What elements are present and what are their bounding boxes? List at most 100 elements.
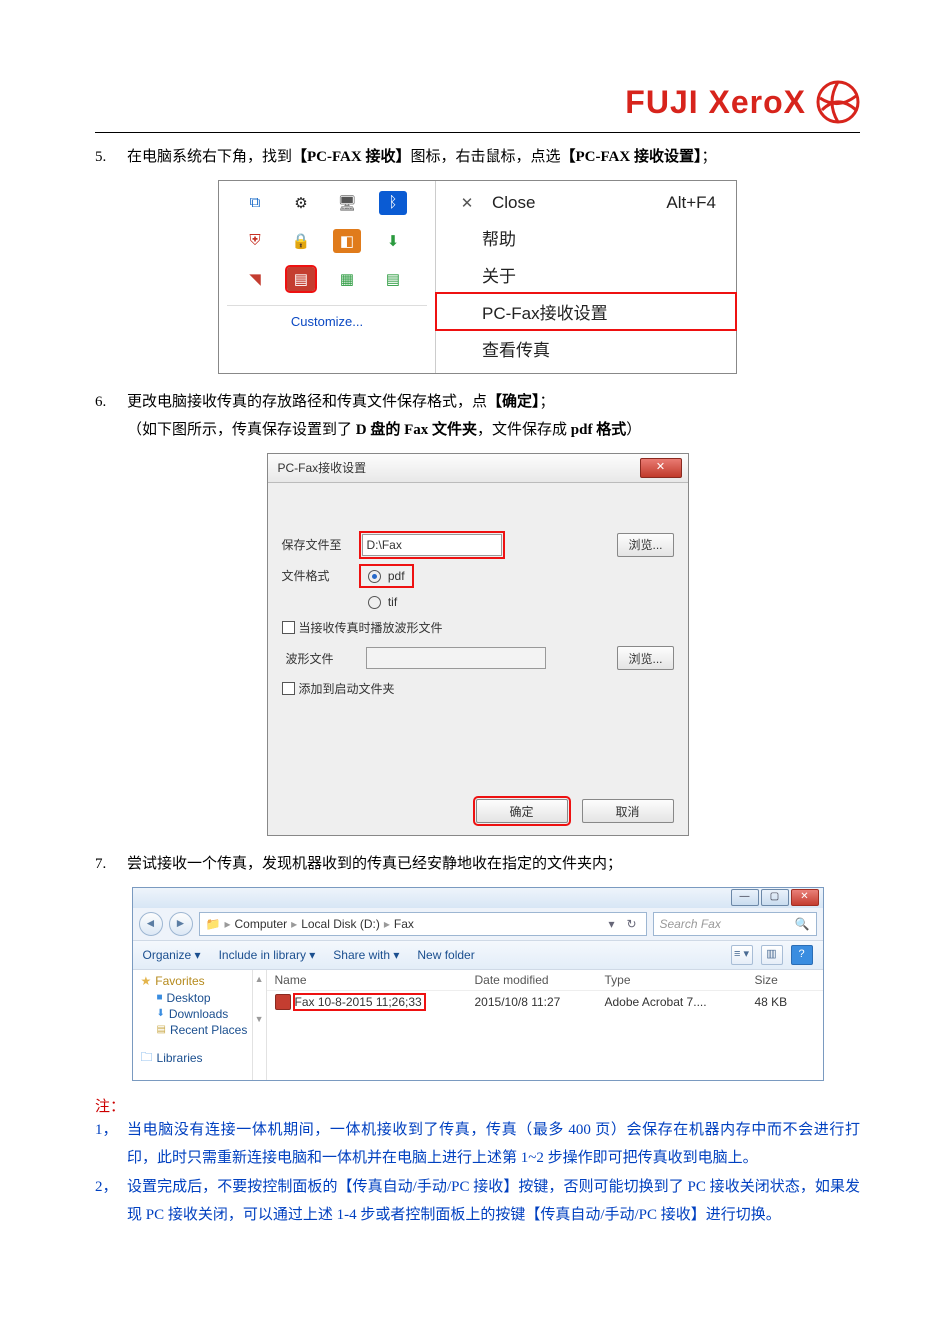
preview-pane-button[interactable]: ▥ bbox=[761, 945, 783, 965]
text: 尝试接收一个传真，发现机器收到的传真已经安静地收在指定的文件夹内； bbox=[127, 850, 860, 879]
breadcrumb[interactable]: Computer bbox=[234, 917, 287, 931]
menu-item-close[interactable]: ✕ Close Alt+F4 bbox=[436, 187, 736, 219]
toolbar-include-library[interactable]: Include in library ▾ bbox=[219, 948, 316, 962]
tray-icon[interactable]: ◧ bbox=[333, 229, 361, 253]
ok-button[interactable]: 确定 bbox=[476, 799, 568, 823]
address-bar[interactable]: 📁 ▸ Computer ▸ Local Disk (D:) ▸ Fax ▾ ↻ bbox=[199, 912, 647, 936]
browse-wave-button[interactable]: 浏览... bbox=[617, 646, 673, 670]
menu-item-view-fax[interactable]: 查看传真 bbox=[436, 330, 736, 367]
tray-icon[interactable]: ▤ bbox=[379, 267, 407, 291]
text-bold: pdf 格式 bbox=[567, 422, 626, 438]
checkbox-add-startup-label: 添加到启动文件夹 bbox=[299, 680, 395, 697]
recent-icon: ▤ bbox=[157, 1024, 166, 1035]
bluetooth-icon[interactable]: ᛒ bbox=[379, 191, 407, 215]
step-5: 5. 在电脑系统右下角，找到【PC-FAX 接收】图标，右击鼠标，点选【PC-F… bbox=[95, 143, 860, 172]
window-close-button[interactable]: ✕ bbox=[640, 458, 682, 478]
window-maximize-button[interactable]: ▢ bbox=[761, 889, 789, 906]
nav-item-recent[interactable]: ▤Recent Places bbox=[141, 1022, 248, 1038]
file-date: 2015/10/8 11:27 bbox=[475, 995, 605, 1009]
col-size[interactable]: Size bbox=[755, 973, 815, 987]
text: ） bbox=[626, 422, 641, 438]
context-menu: ✕ Close Alt+F4 帮助 关于 PC-Fax接收设置 查看传真 bbox=[435, 181, 736, 373]
nav-item-desktop[interactable]: ■Desktop bbox=[141, 990, 248, 1006]
dialog-title: PC-Fax接收设置 bbox=[278, 459, 367, 476]
radio-pdf-label: pdf bbox=[388, 569, 405, 583]
radio-tif-label: tif bbox=[388, 595, 397, 609]
radio-pdf[interactable] bbox=[368, 570, 381, 583]
file-row[interactable]: Fax 10-8-2015 11;26;33 2015/10/8 11:27 A… bbox=[267, 991, 823, 1013]
folder-icon: 📁 bbox=[206, 917, 221, 931]
menu-item-help[interactable]: 帮助 bbox=[436, 219, 736, 256]
brand-logo: FUJI XeroX bbox=[95, 80, 860, 124]
text-bold: 【PC-FAX 接收设置】 bbox=[561, 149, 702, 165]
checkbox-add-startup[interactable] bbox=[282, 682, 295, 695]
wave-file-field[interactable] bbox=[366, 647, 546, 669]
window-minimize-button[interactable]: — bbox=[731, 889, 759, 906]
search-input[interactable]: Search Fax 🔍 bbox=[653, 912, 817, 936]
pdf-icon bbox=[275, 994, 291, 1010]
lock-icon[interactable]: 🔒 bbox=[287, 229, 315, 253]
menu-item-about[interactable]: 关于 bbox=[436, 256, 736, 293]
tray-icon[interactable]: ⬇ bbox=[379, 229, 407, 253]
view-options-button[interactable]: ≡ ▾ bbox=[731, 945, 753, 965]
tray-icon[interactable]: ⧉ bbox=[241, 191, 269, 215]
text: ，文件保存成 bbox=[477, 422, 567, 438]
help-button[interactable]: ? bbox=[791, 945, 813, 965]
nav-libraries-header[interactable]: 🗀 Libraries bbox=[141, 1048, 248, 1069]
step-7: 7. 尝试接收一个传真，发现机器收到的传真已经安静地收在指定的文件夹内； bbox=[95, 850, 860, 879]
text: 在电脑系统右下角，找到 bbox=[127, 149, 292, 165]
note-number: 1， bbox=[95, 1116, 127, 1173]
checkbox-play-wave-label: 当接收传真时播放波形文件 bbox=[299, 619, 443, 636]
refresh-icon[interactable]: ↻ bbox=[624, 917, 640, 931]
breadcrumb[interactable]: Local Disk (D:) bbox=[301, 917, 380, 931]
text-bold: 【PC-FAX 接收】 bbox=[292, 149, 410, 165]
toolbar-organize[interactable]: Organize ▾ bbox=[143, 948, 201, 962]
window-close-button[interactable]: ✕ bbox=[791, 889, 819, 906]
note-text: 设置完成后，不要按控制面板的【传真自动/手动/PC 接收】按键，否则可能切换到了… bbox=[127, 1173, 860, 1230]
breadcrumb[interactable]: Fax bbox=[394, 917, 414, 931]
text: 图标，右击鼠标，点选 bbox=[410, 149, 560, 165]
tray-icon[interactable]: ◥ bbox=[241, 267, 269, 291]
save-path-field[interactable]: D:\Fax bbox=[362, 534, 502, 556]
label-wave-file: 波形文件 bbox=[282, 650, 366, 667]
figure-explorer-window: — ▢ ✕ ◄ ► 📁 ▸ Computer ▸ Local Disk (D:)… bbox=[132, 887, 824, 1081]
file-type: Adobe Acrobat 7.... bbox=[605, 995, 755, 1009]
column-headers[interactable]: Name Date modified Type Size bbox=[267, 970, 823, 991]
note-text: 当电脑没有连接一体机期间，一体机接收到了传真，传真（最多 400 页）会保存在机… bbox=[127, 1116, 860, 1173]
chevron-down-icon[interactable]: ▾ bbox=[604, 917, 620, 931]
nav-splitter[interactable]: ▲▼ bbox=[253, 970, 267, 1080]
tray-customize-link[interactable]: Customize... bbox=[227, 305, 427, 331]
menu-item-pcfax-settings[interactable]: PC-Fax接收设置 bbox=[436, 293, 736, 330]
shield-icon[interactable]: ⛨ bbox=[241, 229, 269, 253]
tray-icon[interactable]: ⚙ bbox=[287, 191, 315, 215]
nav-back-button[interactable]: ◄ bbox=[139, 912, 163, 936]
search-placeholder: Search Fax bbox=[660, 917, 721, 931]
note-1: 1， 当电脑没有连接一体机期间，一体机接收到了传真，传真（最多 400 页）会保… bbox=[95, 1116, 860, 1173]
col-date[interactable]: Date modified bbox=[475, 973, 605, 987]
col-type[interactable]: Type bbox=[605, 973, 755, 987]
toolbar-new-folder[interactable]: New folder bbox=[417, 948, 474, 962]
tray-icon[interactable]: 🖥 bbox=[333, 191, 361, 215]
col-name[interactable]: Name bbox=[275, 973, 475, 987]
downloads-icon: ⬇ bbox=[157, 1008, 165, 1019]
toolbar-share-with[interactable]: Share with ▾ bbox=[333, 948, 399, 962]
tray-icon[interactable]: ▦ bbox=[333, 267, 361, 291]
nav-item-downloads[interactable]: ⬇Downloads bbox=[141, 1006, 248, 1022]
checkbox-play-wave[interactable] bbox=[282, 621, 295, 634]
figure-tray-context-menu: ⧉ ⚙ 🖥 ᛒ ⛨ 🔒 ◧ ⬇ ◥ ▤ ▦ ▤ Customize... bbox=[218, 180, 737, 374]
file-name-text: Fax 10-8-2015 11;26;33 bbox=[295, 995, 424, 1009]
radio-tif[interactable] bbox=[368, 596, 381, 609]
nav-forward-button[interactable]: ► bbox=[169, 912, 193, 936]
note-number: 2， bbox=[95, 1173, 127, 1230]
header-rule bbox=[95, 132, 860, 133]
close-icon: ✕ bbox=[456, 194, 478, 212]
cancel-button[interactable]: 取消 bbox=[582, 799, 674, 823]
text-bold: 【确定】 bbox=[487, 394, 540, 410]
pcfax-tray-icon[interactable]: ▤ bbox=[287, 267, 315, 291]
nav-favorites-header[interactable]: ★ Favorites bbox=[141, 974, 248, 988]
file-size: 48 KB bbox=[755, 995, 815, 1009]
libraries-icon: 🗀 bbox=[141, 1048, 153, 1069]
system-tray-popup: ⧉ ⚙ 🖥 ᛒ ⛨ 🔒 ◧ ⬇ ◥ ▤ ▦ ▤ Customize... bbox=[219, 181, 435, 373]
browse-button[interactable]: 浏览... bbox=[617, 533, 673, 557]
step-number: 6. bbox=[95, 388, 127, 445]
